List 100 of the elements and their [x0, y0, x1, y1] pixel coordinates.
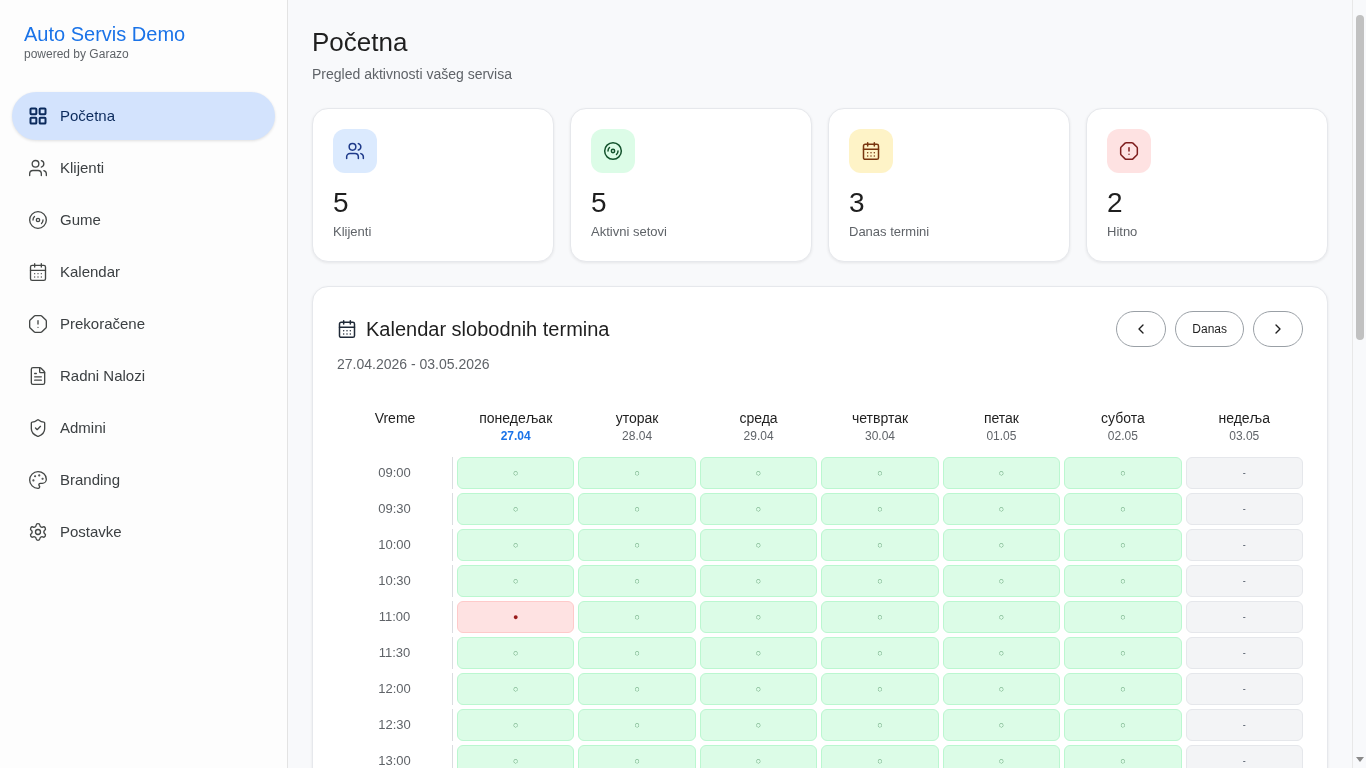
- day-date: 30.04: [864, 428, 895, 444]
- stat-value: 3: [849, 186, 865, 220]
- time-slot[interactable]: ○: [578, 529, 696, 561]
- time-slot[interactable]: ○: [821, 493, 939, 525]
- time-slot[interactable]: ○: [1064, 493, 1182, 525]
- previous-week-button[interactable]: [1116, 311, 1167, 347]
- time-slot[interactable]: ○: [457, 565, 575, 597]
- time-slot[interactable]: ○: [942, 493, 1061, 525]
- time-slot[interactable]: ○: [821, 709, 939, 741]
- time-label: 10:30: [378, 572, 411, 591]
- time-slot[interactable]: ○: [457, 529, 575, 561]
- time-slot[interactable]: ○: [578, 493, 696, 525]
- time-slot[interactable]: ○: [942, 457, 1061, 489]
- time-slot[interactable]: ○: [942, 529, 1061, 561]
- stat-value: 5: [591, 186, 607, 220]
- day-name: субота: [1101, 409, 1145, 428]
- time-slot[interactable]: ○: [578, 637, 696, 669]
- time-slot[interactable]: -: [1185, 673, 1303, 705]
- disc-icon: [28, 210, 48, 230]
- time-slot[interactable]: ○: [699, 457, 818, 489]
- time-slot[interactable]: ○: [457, 709, 575, 741]
- time-slot[interactable]: ○: [1064, 565, 1182, 597]
- time-slot[interactable]: ○: [699, 709, 818, 741]
- time-slot[interactable]: ○: [457, 493, 575, 525]
- time-slot[interactable]: ○: [1064, 601, 1182, 633]
- time-slot[interactable]: ○: [821, 601, 939, 633]
- nav-item[interactable]: Početna: [12, 92, 275, 140]
- scrollbar-thumb[interactable]: [1355, 15, 1364, 340]
- time-slot[interactable]: ○: [1064, 709, 1182, 741]
- time-slot[interactable]: ○: [1064, 457, 1182, 489]
- time-slot[interactable]: ○: [942, 601, 1061, 633]
- date-range: 27.04.2026 - 03.05.2026: [337, 356, 490, 372]
- time-slot[interactable]: ○: [578, 745, 696, 768]
- time-label: 12:00: [378, 680, 411, 699]
- time-slot[interactable]: ○: [821, 565, 939, 597]
- time-slot[interactable]: -: [1185, 493, 1303, 525]
- nav-item[interactable]: Kalendar: [12, 248, 275, 296]
- palette-icon: [28, 470, 48, 490]
- time-slot[interactable]: ○: [699, 637, 818, 669]
- time-slot[interactable]: ○: [942, 673, 1061, 705]
- nav-item[interactable]: Postavke: [12, 508, 275, 556]
- time-slot[interactable]: ○: [699, 745, 818, 768]
- time-slot[interactable]: ○: [1064, 637, 1182, 669]
- time-slot[interactable]: ○: [578, 565, 696, 597]
- time-slot[interactable]: ○: [942, 709, 1061, 741]
- time-slot[interactable]: ○: [578, 601, 696, 633]
- time-slot[interactable]: -: [1185, 529, 1303, 561]
- time-slot[interactable]: ○: [821, 673, 939, 705]
- grid-icon: [28, 106, 48, 126]
- time-slot[interactable]: ○: [578, 673, 696, 705]
- time-slot[interactable]: ○: [699, 565, 818, 597]
- time-slot[interactable]: ○: [699, 493, 818, 525]
- next-week-button[interactable]: [1253, 311, 1303, 347]
- nav-item[interactable]: Klijenti: [12, 144, 275, 192]
- time-slot[interactable]: ○: [942, 565, 1061, 597]
- time-slot[interactable]: ●: [457, 601, 575, 633]
- time-slot[interactable]: ○: [457, 673, 575, 705]
- time-label: 13:00: [378, 752, 411, 768]
- time-slot[interactable]: ○: [699, 529, 818, 561]
- time-label: 11:00: [378, 608, 411, 627]
- time-slot[interactable]: ○: [942, 637, 1061, 669]
- time-slot[interactable]: ○: [821, 637, 939, 669]
- time-slot[interactable]: ○: [821, 745, 939, 768]
- time-slot[interactable]: ○: [578, 709, 696, 741]
- time-slot[interactable]: ○: [457, 637, 575, 669]
- time-slot[interactable]: ○: [1064, 673, 1182, 705]
- nav-item[interactable]: Prekoračene: [12, 300, 275, 348]
- time-slot[interactable]: -: [1185, 637, 1303, 669]
- nav-item[interactable]: Admini: [12, 404, 275, 452]
- nav-item[interactable]: Gume: [12, 196, 275, 244]
- calendar-icon: [849, 129, 893, 173]
- time-slot[interactable]: ○: [821, 529, 939, 561]
- nav-item[interactable]: Radni Nalozi: [12, 352, 275, 400]
- time-slot[interactable]: ○: [699, 673, 818, 705]
- time-slot[interactable]: ○: [578, 457, 696, 489]
- page-title: Početna: [312, 26, 409, 58]
- time-slot[interactable]: ○: [699, 601, 818, 633]
- time-slot[interactable]: ○: [821, 457, 939, 489]
- time-slot[interactable]: ○: [942, 745, 1061, 768]
- time-slot[interactable]: ○: [1064, 745, 1182, 768]
- day-date: 01.05: [986, 428, 1017, 444]
- scrollbar[interactable]: [1352, 0, 1366, 768]
- shield-check-icon: [28, 418, 48, 438]
- time-slot[interactable]: -: [1185, 709, 1303, 741]
- brand-tagline: powered by Garazo: [24, 46, 130, 62]
- day-date: 28.04: [622, 428, 653, 444]
- day-name: уторак: [615, 409, 659, 428]
- time-slot[interactable]: ○: [457, 745, 575, 768]
- stat-label: Aktivni setovi: [591, 223, 667, 241]
- brand-title: Auto Servis Demo: [24, 22, 187, 46]
- time-slot[interactable]: -: [1185, 745, 1303, 768]
- time-slot[interactable]: -: [1185, 601, 1303, 633]
- time-slot[interactable]: ○: [457, 457, 575, 489]
- today-button[interactable]: Danas: [1175, 311, 1244, 347]
- time-slot[interactable]: ○: [1064, 529, 1182, 561]
- time-slot[interactable]: -: [1185, 457, 1303, 489]
- time-slot[interactable]: -: [1185, 565, 1303, 597]
- stat-value: 2: [1107, 186, 1123, 220]
- scroll-down-icon[interactable]: [1355, 757, 1364, 762]
- nav-item[interactable]: Branding: [12, 456, 275, 504]
